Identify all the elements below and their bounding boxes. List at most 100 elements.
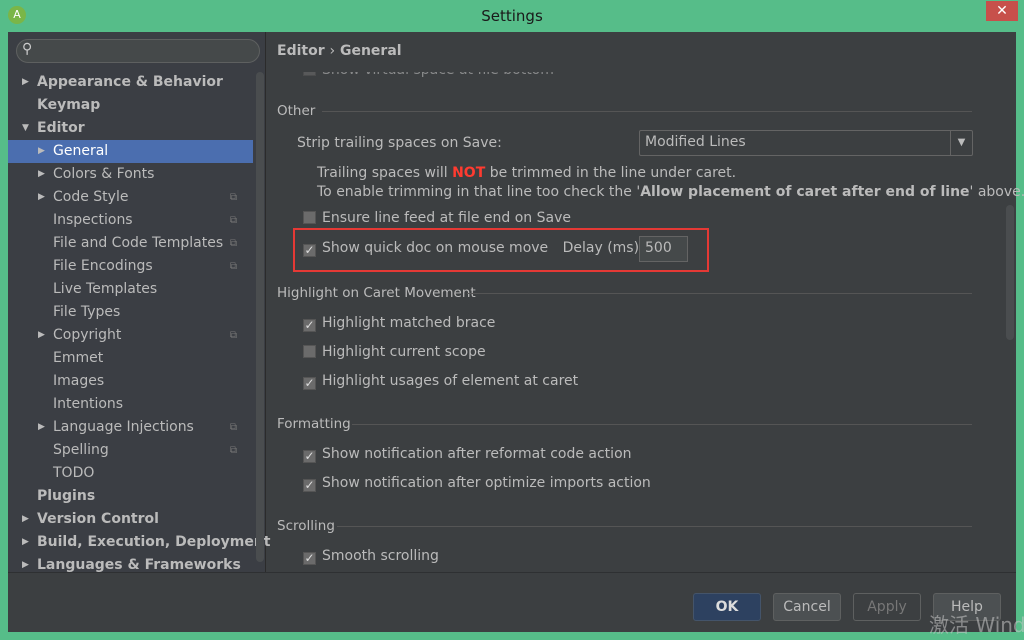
delay-input[interactable]: 500 <box>639 236 688 262</box>
tree-item[interactable]: TODO <box>8 462 253 485</box>
tree-item-label: Languages & Frameworks <box>37 557 241 573</box>
project-settings-icon: ⧉ <box>229 215 237 226</box>
option-item[interactable]: Highlight current scope <box>303 342 486 362</box>
section-formatting: Formatting <box>277 415 972 433</box>
tree-item-label: Language Injections <box>53 419 194 435</box>
window-title: Settings <box>481 7 543 25</box>
cancel-button[interactable]: Cancel <box>773 593 841 621</box>
apply-button[interactable]: Apply <box>853 593 921 621</box>
option-label: Smooth scrolling <box>322 548 439 564</box>
option-label: Show notification after optimize imports… <box>322 475 651 491</box>
tree-item-label: Intentions <box>53 396 124 412</box>
chevron-right-icon[interactable]: ▶ <box>38 324 45 347</box>
chevron-right-icon[interactable]: ▶ <box>38 416 45 439</box>
option-label: Highlight usages of element at caret <box>322 373 579 389</box>
tree-item[interactable]: Inspections ⧉ <box>8 209 253 232</box>
option-label: Show quick doc on mouse move <box>322 240 549 256</box>
tree-item[interactable]: ▼ Editor <box>8 117 253 140</box>
project-settings-icon: ⧉ <box>229 261 237 272</box>
checkbox[interactable]: ✓ <box>303 244 316 257</box>
content-scrollbar[interactable] <box>1006 205 1014 340</box>
project-settings-icon: ⧉ <box>229 192 237 203</box>
checkbox[interactable]: ✓ <box>303 479 316 492</box>
breadcrumb-current: General <box>339 43 402 59</box>
option-item[interactable]: ✓ Show notification after optimize import… <box>303 473 651 493</box>
tree-item[interactable]: ▶ Version Control <box>8 508 253 531</box>
ok-button[interactable]: OK <box>693 593 761 621</box>
chevron-right-icon[interactable]: ▶ <box>38 163 45 186</box>
option-item[interactable]: ✓ Show notification after reformat code a… <box>303 444 632 464</box>
tree-item[interactable]: File Encodings ⧉ <box>8 255 253 278</box>
option-quick-doc[interactable]: ✓ Show quick doc on mouse move Delay (ms)… <box>303 238 644 258</box>
chevron-right-icon[interactable]: ▶ <box>22 508 29 531</box>
sidebar-scrollbar[interactable] <box>256 72 264 562</box>
tree-item-label: Colors & Fonts <box>53 166 155 182</box>
project-settings-icon: ⧉ <box>229 330 237 341</box>
tree-item-label: File and Code Templates <box>53 235 224 251</box>
tree-item[interactable]: File and Code Templates ⧉ <box>8 232 253 255</box>
breadcrumb-parent[interactable]: Editor <box>277 43 325 59</box>
tree-item[interactable]: ▶ Code Style ⧉ <box>8 186 253 209</box>
tree-item[interactable]: ▶ General <box>8 140 253 163</box>
button-bar <box>8 572 1016 573</box>
tree-item[interactable]: Intentions <box>8 393 253 416</box>
close-icon[interactable]: ✕ <box>986 1 1018 21</box>
tree-item-label: Editor <box>37 120 85 136</box>
tree-item[interactable]: ▶ Languages & Frameworks <box>8 554 253 577</box>
option-label: Show notification after reformat code ac… <box>322 446 632 462</box>
tree-item[interactable]: Spelling ⧉ <box>8 439 253 462</box>
project-settings-icon: ⧉ <box>229 422 237 433</box>
tree-item-label: Live Templates <box>53 281 158 297</box>
checkbox[interactable]: ✓ <box>303 377 316 390</box>
tree-item[interactable]: Images <box>8 370 253 393</box>
tree-item-label: General <box>53 143 109 159</box>
chevron-right-icon[interactable]: ▶ <box>38 186 45 209</box>
tree-item-label: Plugins <box>37 488 96 504</box>
checkbox[interactable] <box>303 211 316 224</box>
chevron-right-icon[interactable]: ▶ <box>22 531 29 554</box>
option-item[interactable]: ✓ Smooth scrolling <box>303 546 439 566</box>
tree-item[interactable]: Emmet <box>8 347 253 370</box>
option-item[interactable]: ✓ Highlight usages of element at caret <box>303 371 578 391</box>
search-input[interactable]: ⚲ <box>16 39 260 63</box>
strip-label: Strip trailing spaces on Save: <box>297 135 502 151</box>
checkbox[interactable]: ✓ <box>303 450 316 463</box>
tree-item-label: TODO <box>53 465 95 481</box>
tree-item[interactable]: ▶ Appearance & Behavior <box>8 71 253 94</box>
option-label: Ensure line feed at file end on Save <box>322 210 571 226</box>
checkbox[interactable]: ✓ <box>303 319 316 332</box>
section-title: Scrolling <box>277 518 335 534</box>
delay-label: Delay (ms): <box>562 240 644 256</box>
section-title: Other <box>277 103 316 119</box>
section-highlight: Highlight on Caret Movement <box>277 284 972 302</box>
checkbox[interactable]: ✓ <box>303 552 316 565</box>
tree-item-label: Spelling <box>53 442 109 458</box>
tree-item[interactable]: Plugins <box>8 485 253 508</box>
tree-item-label: Images <box>53 373 105 389</box>
dropdown-value: Modified Lines <box>645 134 746 150</box>
watermark: 激活 Wind <box>929 613 1024 637</box>
chevron-down-icon[interactable]: ▼ <box>22 117 29 140</box>
tree-item[interactable]: ▶ Copyright ⧉ <box>8 324 253 347</box>
strip-dropdown[interactable]: Modified Lines ▼ <box>639 130 973 156</box>
tree-item[interactable]: ▶ Colors & Fonts <box>8 163 253 186</box>
tree-item[interactable]: Live Templates <box>8 278 253 301</box>
tree-item-label: Copyright <box>53 327 122 343</box>
tree-item-label: Inspections <box>53 212 133 228</box>
tree-item[interactable]: File Types <box>8 301 253 324</box>
option-label: Highlight current scope <box>322 344 486 360</box>
option-line-feed[interactable]: Ensure line feed at file end on Save <box>303 208 571 228</box>
checkbox[interactable] <box>303 345 316 358</box>
chevron-right-icon[interactable]: ▶ <box>22 554 29 577</box>
breadcrumb-separator: › <box>329 43 336 59</box>
tree-item[interactable]: ▶ Build, Execution, Deployment <box>8 531 271 554</box>
chevron-right-icon[interactable]: ▶ <box>38 140 45 163</box>
tree-item[interactable]: ▶ Language Injections ⧉ <box>8 416 253 439</box>
chevron-right-icon[interactable]: ▶ <box>22 71 29 94</box>
trimming-note: To enable trimming in that line too chec… <box>317 184 1024 200</box>
option-item[interactable]: ✓ Highlight matched brace <box>303 313 495 333</box>
option-label: Highlight matched brace <box>322 315 496 331</box>
section-title: Highlight on Caret Movement <box>277 285 476 301</box>
section-other: Other <box>277 102 972 120</box>
tree-item[interactable]: Keymap <box>8 94 253 117</box>
